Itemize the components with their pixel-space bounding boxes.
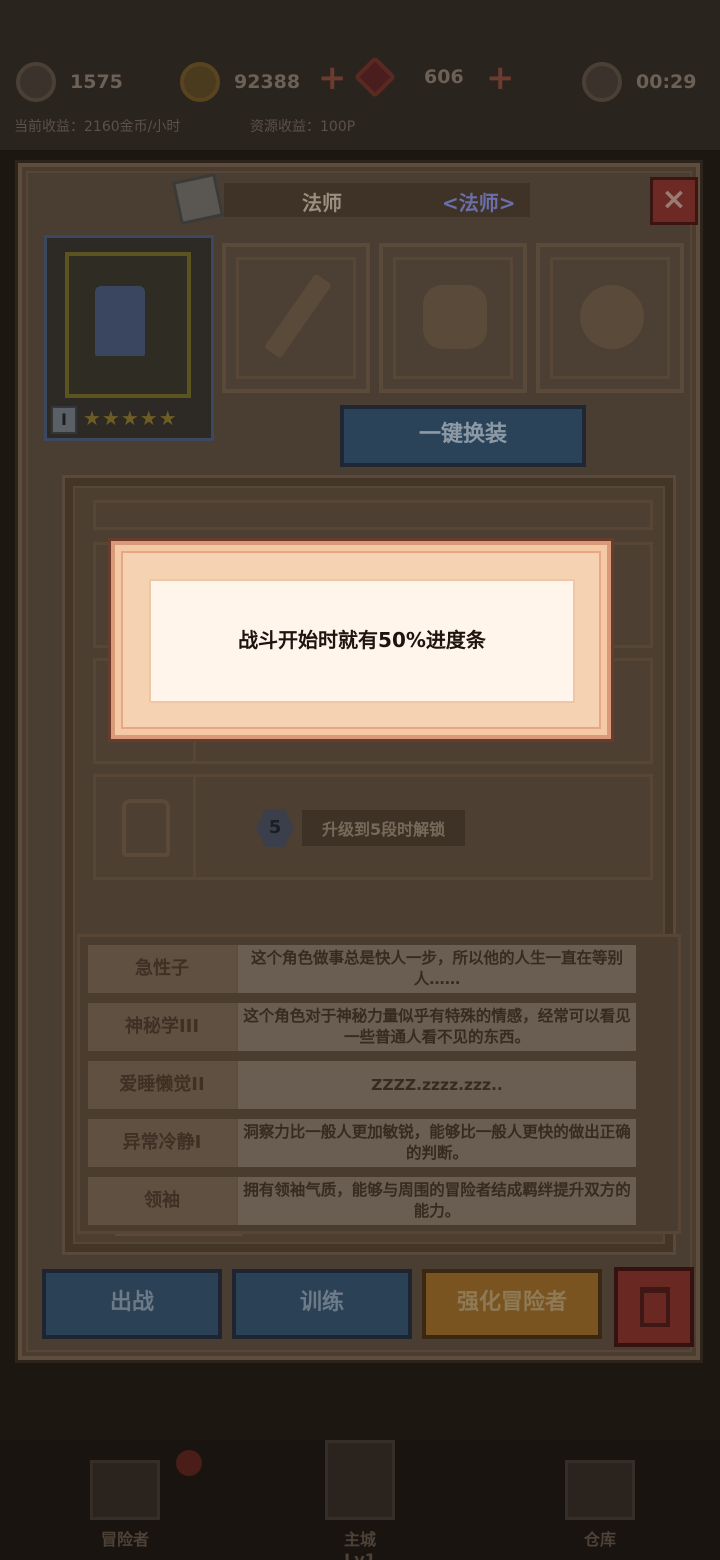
add-gem-icon[interactable]: + — [486, 58, 515, 98]
trash-icon — [640, 1287, 670, 1327]
equip-all-button[interactable]: 一键换装 — [340, 405, 586, 467]
nav-adventurers-label: 冒险者 — [100, 1530, 149, 1549]
nav-castle[interactable]: 主城 Lv1 — [305, 1440, 415, 1560]
gem-counter: 606 — [353, 55, 464, 99]
locked-skill-row: 5 升级到5段时解锁 — [93, 774, 653, 880]
trait-row: 领袖 拥有领袖气质，能够与周围的冒险者结成羁绊提升双方的能力。 — [88, 1177, 636, 1225]
skill-row — [93, 500, 653, 530]
trait-row: 神秘学III 这个角色对于神秘力量似乎有特殊的情感，经常可以看见一些普通人看不见… — [88, 1003, 636, 1051]
mage-sprite-icon — [95, 286, 145, 356]
star-rating: ★★★★★ — [83, 406, 178, 430]
dismiss-button[interactable] — [614, 1267, 694, 1347]
trait-name: 领袖 — [88, 1177, 236, 1225]
equip-slot-accessory[interactable] — [536, 243, 684, 393]
adventurers-icon — [90, 1460, 160, 1520]
hammer-icon — [171, 172, 225, 226]
equip-slot-armor[interactable] — [379, 243, 527, 393]
boots-icon — [580, 285, 644, 349]
skill-tooltip: 战斗开始时就有50%进度条 — [111, 541, 611, 739]
nav-castle-label: 主城 — [343, 1530, 376, 1549]
gem-value: 606 — [424, 66, 464, 88]
trait-name: 爱睡懒觉II — [88, 1061, 236, 1109]
hero-detail-panel: 法师 <法师> × I ★★★★★ 一键换装 5 升级到5段时解锁 急性子 这个… — [18, 163, 700, 1360]
nav-castle-level: Lv1 — [344, 1550, 376, 1560]
hero-name: 法师 — [302, 191, 342, 215]
income-text: 当前收益：2160金币/小时 — [14, 119, 181, 135]
trait-row: 急性子 这个角色做事总是快人一步，所以他的人生一直在等别人…… — [88, 945, 636, 993]
resource-income-text: 资源收益：100P — [250, 119, 356, 135]
trait-name: 急性子 — [88, 945, 236, 993]
timer: 00:29 — [582, 62, 696, 102]
close-button[interactable]: × — [650, 177, 698, 225]
nav-warehouse-label: 仓库 — [583, 1530, 616, 1549]
trait-row: 异常冷静I 洞察力比一般人更加敏锐，能够比一般人更快的做出正确的判断。 — [88, 1119, 636, 1167]
add-gold-icon[interactable]: + — [318, 58, 347, 98]
tooltip-text: 战斗开始时就有50%进度条 — [149, 579, 575, 703]
hero-class: <法师> — [442, 191, 516, 215]
gold-coin-icon — [180, 62, 220, 102]
energy-counter: 1575 — [16, 62, 123, 102]
trait-description: 这个角色做事总是快人一步，所以他的人生一直在等别人…… — [238, 945, 636, 993]
panel-body: 法师 <法师> × I ★★★★★ 一键换装 5 升级到5段时解锁 急性子 这个… — [26, 171, 698, 1352]
rank-badge: I — [51, 406, 77, 434]
hero-portrait: I ★★★★★ — [44, 235, 214, 441]
nav-adventurers[interactable]: 冒险者 — [70, 1460, 180, 1550]
unlock-text: 升级到5段时解锁 — [302, 810, 466, 846]
trait-name: 神秘学III — [88, 1003, 236, 1051]
trait-description: 这个角色对于神秘力量似乎有特殊的情感，经常可以看见一些普通人看不见的东西。 — [238, 1003, 636, 1051]
level-hex-icon: 5 — [256, 809, 294, 847]
top-hud: 1575 92388 + 606 + 00:29 当前收益：2160金币/小时 … — [0, 0, 720, 150]
energy-value: 1575 — [70, 71, 123, 93]
clock-icon — [582, 62, 622, 102]
timer-value: 00:29 — [636, 71, 697, 93]
trait-description: 拥有领袖气质，能够与周围的冒险者结成羁绊提升双方的能力。 — [238, 1177, 636, 1225]
enhance-adventurer-button[interactable]: 强化冒险者 — [422, 1269, 602, 1339]
skill-icon-cell — [96, 777, 196, 877]
notification-badge — [176, 1450, 202, 1476]
train-button[interactable]: 训练 — [232, 1269, 412, 1339]
trait-name: 异常冷静I — [88, 1119, 236, 1167]
bottom-navigation: 冒险者 主城 Lv1 仓库 — [0, 1440, 720, 1560]
trait-row: 爱睡懒觉II ZZZZ.zzzz.zzz.. — [88, 1061, 636, 1109]
trait-description: 洞察力比一般人更加敏锐，能够比一般人更快的做出正确的判断。 — [238, 1119, 636, 1167]
unlock-requirement: 5 升级到5段时解锁 — [256, 809, 466, 847]
deploy-button[interactable]: 出战 — [42, 1269, 222, 1339]
energy-icon — [16, 62, 56, 102]
gem-icon — [353, 55, 397, 99]
gold-value: 92388 — [234, 71, 301, 93]
traits-list: 急性子 这个角色做事总是快人一步，所以他的人生一直在等别人…… 神秘学III 这… — [77, 934, 681, 1234]
gold-counter: 92388 — [180, 62, 300, 102]
castle-icon — [325, 1440, 395, 1520]
robe-icon — [423, 285, 487, 349]
equip-slot-weapon[interactable] — [222, 243, 370, 393]
nav-warehouse[interactable]: 仓库 — [545, 1460, 655, 1550]
trait-description: ZZZZ.zzzz.zzz.. — [238, 1061, 636, 1109]
lock-icon — [122, 799, 170, 857]
warehouse-icon — [565, 1460, 635, 1520]
